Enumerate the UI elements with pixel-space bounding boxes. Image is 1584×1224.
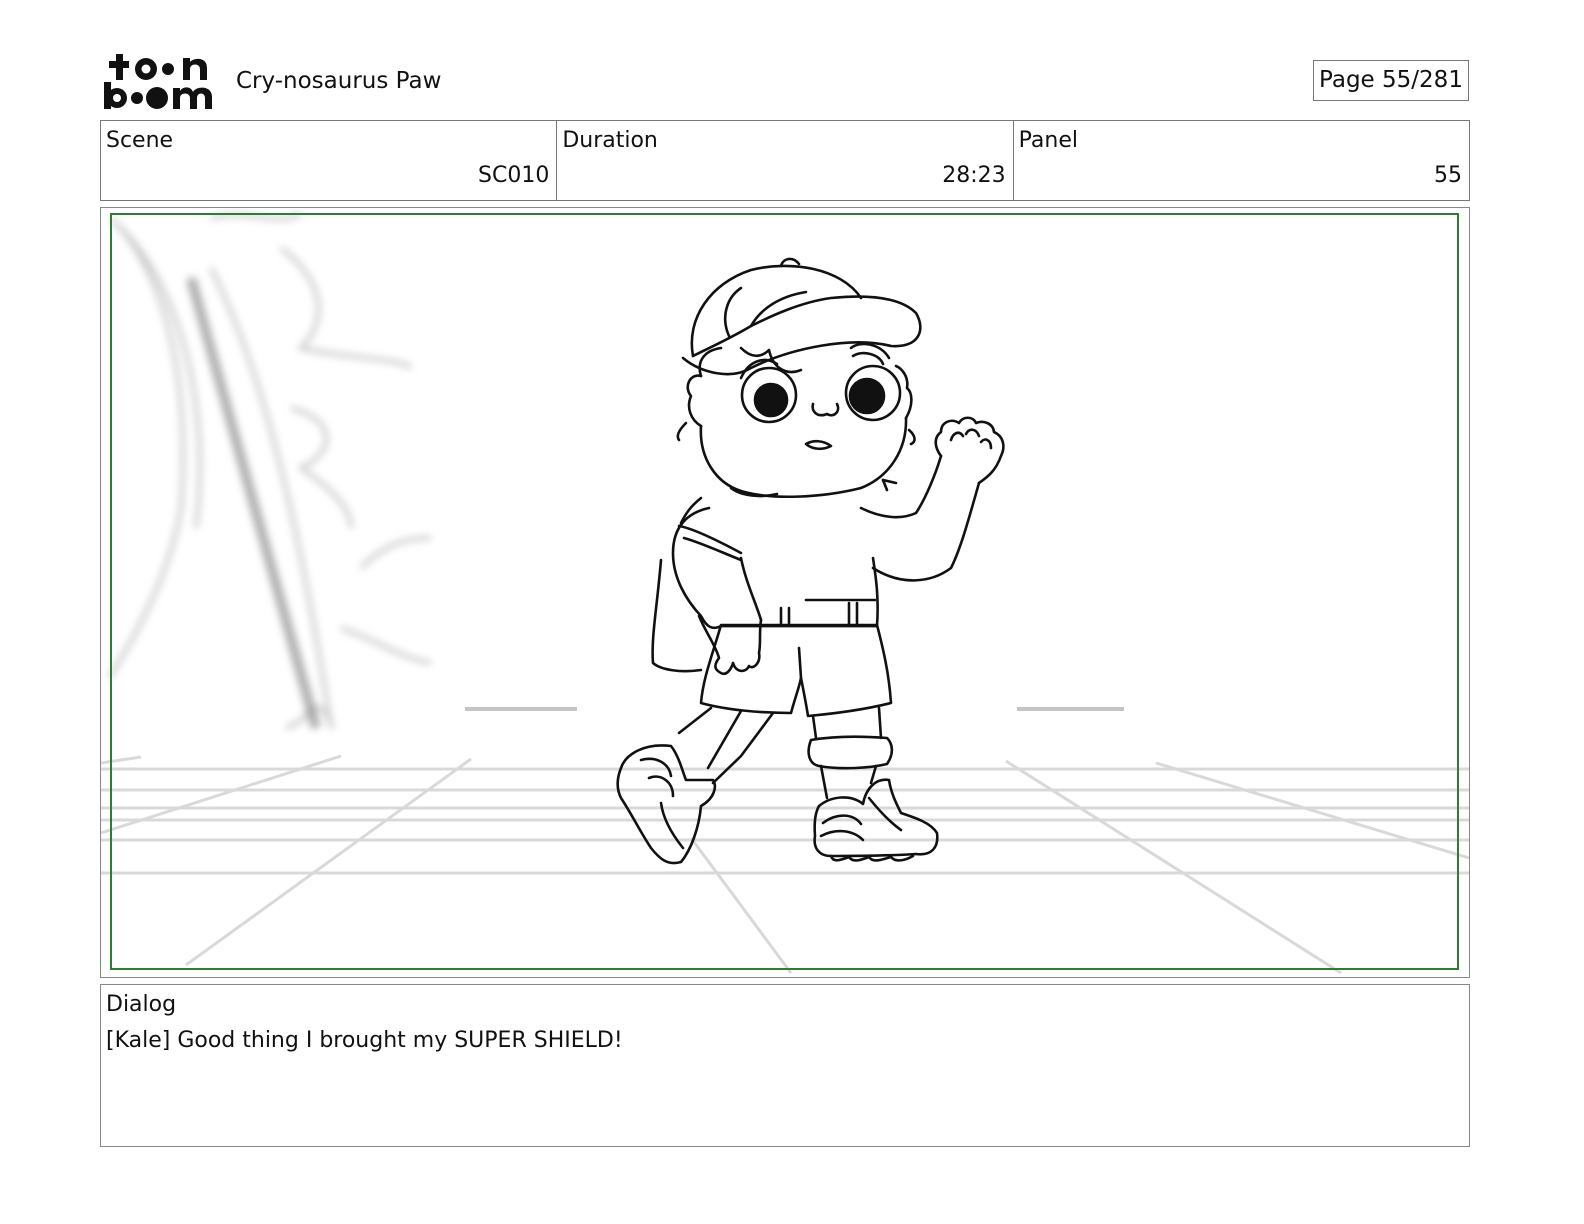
background-pole bbox=[186, 276, 321, 730]
floor-grid bbox=[101, 754, 1469, 975]
background-tree bbox=[107, 211, 432, 730]
storyboard-illustration bbox=[101, 211, 1469, 975]
scene-value: SC010 bbox=[478, 163, 550, 188]
panel-cell: Panel 55 bbox=[1012, 121, 1469, 200]
scene-label: Scene bbox=[106, 128, 174, 153]
panel-label: Panel bbox=[1018, 128, 1079, 153]
duration-cell: Duration 28:23 bbox=[556, 121, 1012, 200]
storyboard-panel bbox=[100, 207, 1470, 978]
info-table: Scene SC010 Duration 28:23 Panel 55 bbox=[100, 120, 1470, 201]
page-value: 55/281 bbox=[1382, 67, 1463, 93]
page-counter: Page 55/281 bbox=[1313, 60, 1469, 101]
page-label: Page bbox=[1319, 67, 1375, 93]
duration-label: Duration bbox=[562, 128, 658, 153]
toon-boom-logo bbox=[103, 52, 215, 110]
dialog-label: Dialog bbox=[106, 992, 177, 1017]
scene-cell: Scene SC010 bbox=[101, 121, 556, 200]
dialog-box: Dialog [Kale] Good thing I brought my SU… bbox=[100, 984, 1470, 1147]
duration-value: 28:23 bbox=[942, 163, 1006, 188]
project-title: Cry-nosaurus Paw bbox=[236, 68, 442, 94]
dialog-text: [Kale] Good thing I brought my SUPER SHI… bbox=[106, 1028, 623, 1053]
character-sketch bbox=[616, 257, 1005, 865]
panel-value: 55 bbox=[1433, 163, 1462, 188]
